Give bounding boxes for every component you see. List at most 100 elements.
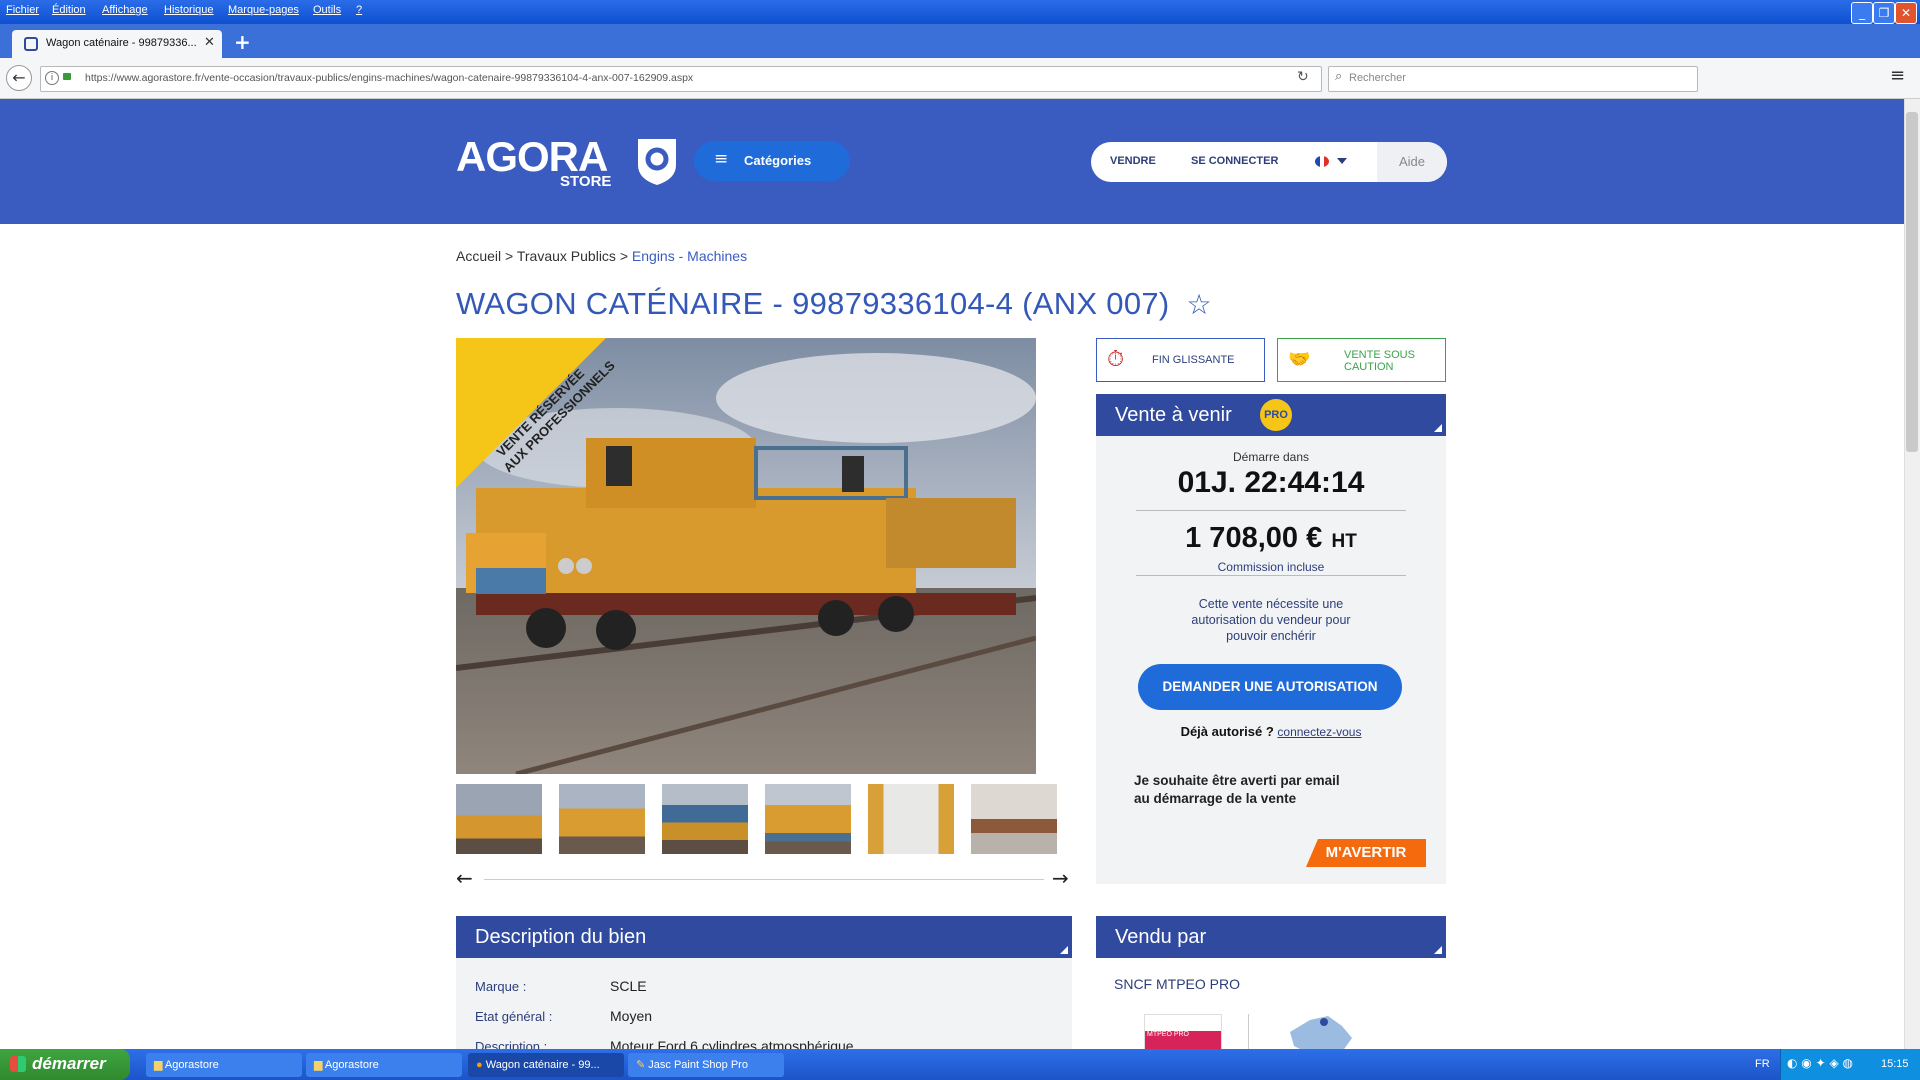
carousel-track [484, 879, 1044, 880]
tab-title: Wagon caténaire - 99879336... [46, 37, 197, 49]
field-value: SCLE [610, 978, 647, 994]
folder-icon: ▆ [154, 1059, 163, 1071]
price-display: 1 708,00 € HT [1096, 522, 1446, 555]
browser-tab[interactable]: Wagon caténaire - 99879336... ✕ [12, 30, 222, 58]
logo-sub-text: STORE [560, 173, 612, 190]
url-bar[interactable]: i https://www.agorastore.fr/vente-occasi… [40, 66, 1322, 92]
divider [1136, 510, 1406, 511]
description-title: Description du bien [475, 926, 647, 948]
taskbar-task[interactable]: ▆ Agorastore [146, 1053, 302, 1077]
menu-marque-pages[interactable]: Marque-pages [228, 4, 299, 16]
handshake-icon: 🤝 [1288, 349, 1311, 370]
search-box[interactable]: ⌕ Rechercher [1328, 66, 1698, 92]
divider [1136, 575, 1406, 576]
request-authorization-button[interactable]: DEMANDER UNE AUTORISATION [1138, 664, 1402, 710]
seller-panel: Vendu par SNCF MTPEO PRO MTPEO PRO [1096, 916, 1446, 1049]
panel-corner-icon [1434, 424, 1442, 432]
description-panel: Description du bien Marque : SCLE Etat g… [456, 916, 1072, 1049]
menu-help[interactable]: ? [356, 4, 362, 16]
auction-panel: Vente à venir PRO Démarre dans 01J. 22:4… [1096, 394, 1446, 884]
chevron-down-icon[interactable] [1337, 158, 1347, 164]
breadcrumb: Accueil > Travaux Publics > Engins - Mac… [456, 248, 747, 264]
window-title-bar: Fichier Édition Affichage Historique Mar… [0, 0, 1920, 24]
countdown-timer: 01J. 22:44:14 [1177, 466, 1365, 499]
reload-icon[interactable]: ↻ [1297, 69, 1309, 85]
search-placeholder[interactable]: Rechercher [1349, 72, 1406, 84]
notify-text: Je souhaite être averti par email au dém… [1134, 772, 1340, 808]
start-button[interactable]: démarrer [0, 1049, 130, 1080]
help-link[interactable]: Aide [1377, 142, 1447, 182]
taskbar-task[interactable]: ✎ Jasc Paint Shop Pro [628, 1053, 784, 1077]
breadcrumb-engins-machines[interactable]: Engins - Machines [632, 248, 747, 264]
panel-corner-icon [1434, 946, 1442, 954]
taskbar-task[interactable]: ▆ Agorastore [306, 1053, 462, 1077]
next-arrow-icon[interactable]: → [1052, 866, 1069, 890]
search-icon: ⌕ [1335, 69, 1343, 84]
already-authorized-row: Déjà autorisé ? connectez-vous [1096, 724, 1446, 739]
already-authorized-label: Déjà autorisé ? [1180, 724, 1274, 739]
menu-affichage[interactable]: Affichage [102, 4, 148, 16]
thumbnail-4[interactable] [765, 784, 851, 854]
agora-favicon-icon [24, 37, 38, 51]
tray-icons[interactable]: ◐ ◉ ✦ ◈ ◍ [1787, 1056, 1853, 1070]
categories-label: Catégories [744, 153, 812, 168]
folder-icon: ▆ [314, 1059, 323, 1071]
previous-arrow-icon[interactable]: ← [456, 866, 473, 890]
price-suffix: HT [1331, 531, 1357, 552]
thumbnail-1[interactable] [456, 784, 542, 854]
field-value: Moteur Ford 6 cylindres atmosphérique [610, 1038, 854, 1049]
language-indicator[interactable]: FR [1755, 1058, 1770, 1070]
close-window-icon[interactable]: ✕ [1895, 2, 1917, 24]
thumbnail-6[interactable] [971, 784, 1057, 854]
price-value: 1 708,00 € [1185, 522, 1323, 554]
sell-link[interactable]: VENDRE [1110, 155, 1156, 167]
taskbar-task-active[interactable]: ● Wagon caténaire - 99... [468, 1053, 624, 1077]
back-arrow-icon[interactable]: ← [6, 65, 32, 91]
breadcrumb-separator: > [505, 248, 514, 264]
thumbnail-3[interactable] [662, 784, 748, 854]
wagon-photo: VENTE RÉSERVÉE AUX PROFESSIONNELS [456, 338, 1036, 774]
url-text[interactable]: https://www.agorastore.fr/vente-occasion… [85, 72, 693, 84]
paint-shop-icon: ✎ [636, 1059, 646, 1071]
field-value: Moyen [610, 1008, 653, 1024]
restore-icon[interactable]: ❐ [1873, 2, 1895, 24]
auth-notice-line: pouvoir enchérir [1226, 629, 1316, 643]
menu-outils[interactable]: Outils [313, 4, 341, 16]
breadcrumb-travaux-publics[interactable]: Travaux Publics [517, 248, 616, 264]
task-label: Agorastore [324, 1059, 379, 1071]
breadcrumb-home[interactable]: Accueil [456, 248, 501, 264]
menu-historique[interactable]: Historique [164, 4, 214, 16]
categories-button[interactable]: ≡ Catégories [694, 141, 850, 181]
new-tab-icon[interactable]: + [234, 30, 251, 54]
shield-logo-icon [638, 139, 676, 185]
seller-header: Vendu par [1096, 916, 1446, 958]
thumbnail-2[interactable] [559, 784, 645, 854]
notify-me-button[interactable]: M'AVERTIR [1306, 839, 1426, 867]
notify-line: au démarrage de la vente [1134, 791, 1297, 806]
login-link[interactable]: connectez-vous [1277, 725, 1361, 739]
french-flag-icon[interactable] [1315, 156, 1329, 167]
notify-line: Je souhaite être averti par email [1134, 773, 1340, 788]
clock: 15:15 [1881, 1058, 1909, 1070]
menu-fichier[interactable]: Fichier [6, 4, 39, 16]
scrollbar-thumb[interactable] [1906, 112, 1918, 452]
seller-logo: MTPEO PRO [1144, 1014, 1222, 1049]
favorite-star-icon[interactable]: ☆ [1186, 289, 1211, 320]
main-product-image[interactable]: VENTE RÉSERVÉE AUX PROFESSIONNELS [456, 338, 1036, 774]
minimize-icon[interactable]: _ [1851, 2, 1873, 24]
close-tab-icon[interactable]: ✕ [204, 35, 215, 50]
escrow-line-1: VENTE SOUS [1344, 349, 1415, 361]
seller-name[interactable]: SNCF MTPEO PRO [1114, 976, 1240, 992]
page-title: WAGON CATÉNAIRE - 99879336104-4 (ANX 007… [456, 286, 1212, 322]
menu-edition[interactable]: Édition [52, 4, 86, 16]
system-tray: ◐ ◉ ✦ ◈ ◍ 15:15 [1780, 1049, 1920, 1080]
menu-lines-icon: ≡ [714, 149, 729, 169]
auction-status: Vente à venir [1115, 404, 1232, 426]
login-link[interactable]: SE CONNECTER [1191, 155, 1278, 167]
site-header: AGORA STORE ≡ Catégories VENDRE SE CONNE… [0, 99, 1904, 224]
hamburger-menu-icon[interactable]: ≡ [1890, 65, 1905, 86]
france-map-icon [1290, 1016, 1352, 1049]
info-icon[interactable]: i [45, 71, 59, 85]
starts-in-label: Démarre dans [1232, 450, 1310, 464]
thumbnail-5[interactable] [868, 784, 954, 854]
